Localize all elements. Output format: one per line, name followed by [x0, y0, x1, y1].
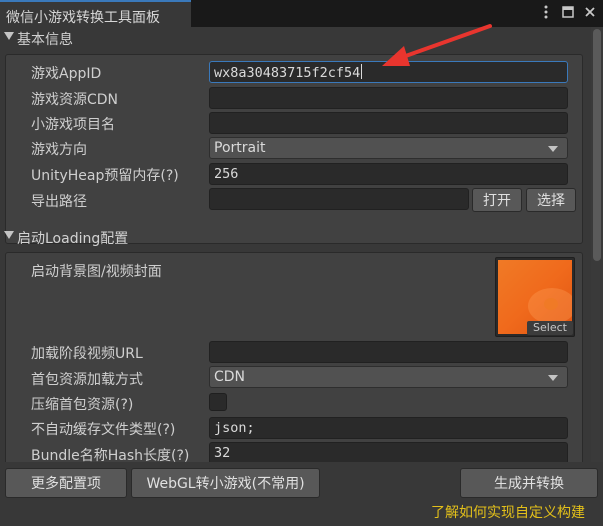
foldout-label: 基本信息	[17, 32, 73, 48]
hash-length-input[interactable]: 32	[209, 442, 568, 462]
open-button[interactable]: 打开	[472, 188, 522, 212]
hash-length-label: Bundle名称Hash长度(?)	[31, 448, 190, 462]
custom-build-link[interactable]: 了解如何实现自定义构建	[431, 502, 585, 522]
window-tab-bar: 微信小游戏转换工具面板	[0, 0, 603, 27]
orientation-dropdown[interactable]: Portrait	[209, 137, 568, 159]
orientation-value: Portrait	[214, 140, 266, 156]
build-convert-button[interactable]: 生成并转换	[460, 468, 598, 498]
no-cache-input[interactable]: json;	[209, 417, 568, 439]
foldout-arrow-icon	[4, 32, 14, 40]
maximize-icon[interactable]	[561, 4, 575, 20]
foldout-label: 启动Loading配置	[17, 231, 129, 247]
load-method-dropdown[interactable]: CDN	[209, 366, 568, 388]
chevron-down-icon	[548, 146, 558, 152]
texture-select-button[interactable]: Select	[527, 321, 573, 335]
export-path-label: 导出路径	[31, 194, 87, 210]
video-url-input[interactable]	[209, 341, 568, 363]
basic-info-section: 游戏AppID wx8a30483715f2cf54 游戏资源CDN 小游戏项目…	[5, 54, 583, 244]
foldout-arrow-icon	[4, 231, 14, 239]
compress-label: 压缩首包资源(?)	[31, 397, 134, 413]
close-icon[interactable]	[583, 4, 597, 20]
no-cache-label: 不自动缓存文件类型(?)	[31, 422, 176, 438]
foldout-basic-info[interactable]: 基本信息	[0, 27, 588, 49]
project-name-label: 小游戏项目名	[31, 117, 115, 133]
cover-texture-picker[interactable]: Select	[495, 257, 575, 337]
window-title: 微信小游戏转换工具面板	[6, 10, 160, 26]
select-path-button[interactable]: 选择	[526, 188, 576, 212]
cdn-label: 游戏资源CDN	[31, 92, 119, 108]
window-tab[interactable]: 微信小游戏转换工具面板	[0, 0, 191, 27]
window-controls	[539, 4, 597, 20]
more-config-button[interactable]: 更多配置项	[5, 468, 127, 498]
foldout-loading-config[interactable]: 启动Loading配置	[0, 226, 588, 248]
load-method-label: 首包资源加载方式	[31, 372, 143, 388]
load-method-value: CDN	[214, 369, 246, 385]
appid-label: 游戏AppID	[31, 66, 102, 82]
cdn-input[interactable]	[209, 87, 568, 109]
webgl-convert-button[interactable]: WebGL转小游戏(不常用)	[131, 468, 320, 498]
settings-scroll-area[interactable]: 基本信息 游戏AppID wx8a30483715f2cf54 游戏资源CDN …	[0, 27, 603, 462]
chevron-down-icon	[548, 375, 558, 381]
appid-input[interactable]: wx8a30483715f2cf54	[209, 61, 568, 83]
cover-label: 启动背景图/视频封面	[31, 264, 162, 280]
export-path-input[interactable]	[209, 188, 469, 210]
compress-checkbox[interactable]	[209, 393, 227, 411]
project-name-input[interactable]	[209, 112, 568, 134]
kebab-menu-icon[interactable]	[539, 4, 553, 20]
vertical-scrollbar[interactable]	[591, 27, 603, 462]
heap-input[interactable]: 256	[209, 163, 568, 185]
orientation-label: 游戏方向	[31, 142, 87, 158]
video-url-label: 加载阶段视频URL	[31, 346, 143, 362]
scrollbar-thumb[interactable]	[593, 29, 601, 261]
heap-label: UnityHeap预留内存(?)	[31, 168, 179, 184]
